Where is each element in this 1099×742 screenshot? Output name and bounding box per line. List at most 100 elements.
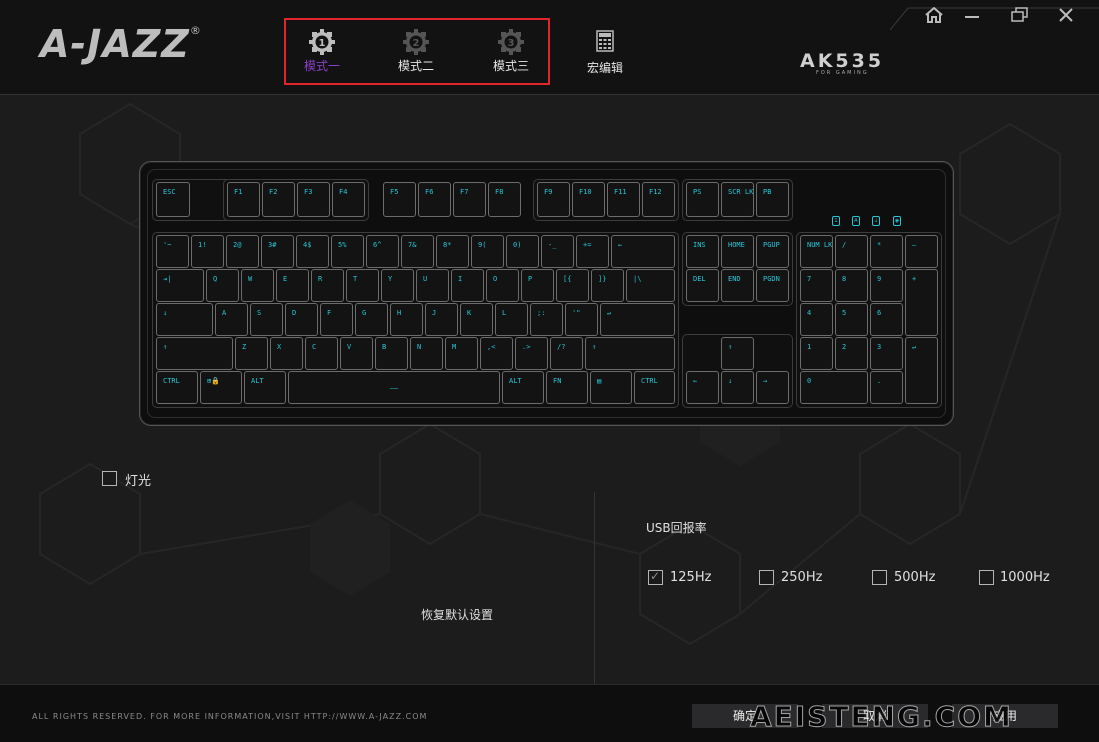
key-f10[interactable]: F10 (572, 182, 605, 217)
key-x[interactable]: X (270, 337, 303, 370)
key-bsl[interactable]: |\ (626, 269, 675, 302)
key-scr[interactable]: SCR LK (721, 182, 754, 217)
key-space[interactable]: —— (288, 371, 500, 404)
key-ps[interactable]: PS (686, 182, 719, 217)
key-fn[interactable]: FN (546, 371, 588, 404)
key-comma[interactable]: ,< (480, 337, 513, 370)
key-ndot[interactable]: . (870, 371, 903, 404)
tab-macro-edit[interactable]: 宏编辑 (575, 30, 635, 76)
key-f3[interactable]: F3 (297, 182, 330, 217)
key-menu[interactable]: ▤ (590, 371, 632, 404)
key-m[interactable]: M (445, 337, 478, 370)
tab-mode-3[interactable]: 3 模式三 (471, 18, 551, 74)
key-ndiv[interactable]: / (835, 235, 868, 268)
key-h[interactable]: H (390, 303, 423, 336)
tab-mode-1[interactable]: 1 模式一 (282, 18, 362, 74)
key-nadd[interactable]: + (905, 269, 938, 336)
key-back[interactable]: ← (611, 235, 675, 268)
key-c[interactable]: C (305, 337, 338, 370)
key-f8[interactable]: F8 (488, 182, 521, 217)
key-rshift[interactable]: ↑ (585, 337, 675, 370)
key-n4[interactable]: 4$ (296, 235, 329, 268)
usb-1000-checkbox[interactable] (979, 570, 994, 585)
key-n_0[interactable]: 0 (800, 371, 868, 404)
key-u[interactable]: U (416, 269, 449, 302)
key-lbr[interactable]: [{ (556, 269, 589, 302)
key-f1[interactable]: F1 (227, 182, 260, 217)
key-n8[interactable]: 8* (436, 235, 469, 268)
key-p[interactable]: P (521, 269, 554, 302)
key-tilde[interactable]: '~ (156, 235, 189, 268)
key-lctrl[interactable]: CTRL (156, 371, 198, 404)
key-d[interactable]: D (285, 303, 318, 336)
restore-defaults-button[interactable]: 恢复默认设置 (421, 606, 493, 623)
key-home[interactable]: HOME (721, 235, 754, 268)
key-rctrl[interactable]: CTRL (634, 371, 675, 404)
key-quote[interactable]: '" (565, 303, 598, 336)
key-f9[interactable]: F9 (537, 182, 570, 217)
key-nenter[interactable]: ↵ (905, 337, 938, 404)
key-n7[interactable]: 7& (401, 235, 434, 268)
key-lalt[interactable]: ALT (244, 371, 286, 404)
key-n_8[interactable]: 8 (835, 269, 868, 302)
key-semi[interactable]: ;: (530, 303, 563, 336)
key-f2[interactable]: F2 (262, 182, 295, 217)
key-rbr[interactable]: ]} (591, 269, 624, 302)
key-enter[interactable]: ↵ (600, 303, 675, 336)
key-n_2[interactable]: 2 (835, 337, 868, 370)
key-n_7[interactable]: 7 (800, 269, 833, 302)
key-pgdn[interactable]: PGDN (756, 269, 789, 302)
home-button[interactable] (920, 4, 948, 26)
key-n[interactable]: N (410, 337, 443, 370)
key-k[interactable]: K (460, 303, 493, 336)
key-caps[interactable]: ↓ (156, 303, 213, 336)
close-button[interactable] (1052, 4, 1080, 26)
key-tab[interactable]: ⇥| (156, 269, 204, 302)
key-ralt[interactable]: ALT (502, 371, 544, 404)
ok-button[interactable]: 确定 (692, 704, 798, 728)
key-n_6[interactable]: 6 (870, 303, 903, 336)
key-lshift[interactable]: ↑ (156, 337, 233, 370)
key-i[interactable]: I (451, 269, 484, 302)
key-b[interactable]: B (375, 337, 408, 370)
key-n6[interactable]: 6^ (366, 235, 399, 268)
key-n_9[interactable]: 9 (870, 269, 903, 302)
key-f5[interactable]: F5 (383, 182, 416, 217)
key-n0[interactable]: 0) (506, 235, 539, 268)
key-down[interactable]: ↓ (721, 371, 754, 404)
key-equal[interactable]: += (576, 235, 609, 268)
key-n_4[interactable]: 4 (800, 303, 833, 336)
key-f12[interactable]: F12 (642, 182, 675, 217)
key-w[interactable]: W (241, 269, 274, 302)
key-n9[interactable]: 9( (471, 235, 504, 268)
usb-125-checkbox[interactable] (648, 569, 663, 585)
key-dot[interactable]: .> (515, 337, 548, 370)
key-n_1[interactable]: 1 (800, 337, 833, 370)
key-n_5[interactable]: 5 (835, 303, 868, 336)
key-n5[interactable]: 5% (331, 235, 364, 268)
key-ins[interactable]: INS (686, 235, 719, 268)
restore-button[interactable] (1006, 4, 1034, 26)
key-n1[interactable]: 1! (191, 235, 224, 268)
key-pb[interactable]: PB (756, 182, 789, 217)
key-q[interactable]: Q (206, 269, 239, 302)
key-win[interactable]: ⊞🔒 (200, 371, 242, 404)
cancel-button[interactable]: 取消 (822, 704, 928, 728)
key-nmul[interactable]: * (870, 235, 903, 268)
key-up[interactable]: ↑ (721, 337, 754, 370)
key-end[interactable]: END (721, 269, 754, 302)
key-a[interactable]: A (215, 303, 248, 336)
light-checkbox[interactable] (102, 471, 117, 486)
usb-500-checkbox[interactable] (872, 570, 887, 585)
key-t[interactable]: T (346, 269, 379, 302)
key-f6[interactable]: F6 (418, 182, 451, 217)
key-n_3[interactable]: 3 (870, 337, 903, 370)
key-y[interactable]: Y (381, 269, 414, 302)
key-nsub[interactable]: — (905, 235, 938, 268)
key-n2[interactable]: 2@ (226, 235, 259, 268)
tab-mode-2[interactable]: 2 模式二 (376, 18, 456, 74)
key-pgup[interactable]: PGUP (756, 235, 789, 268)
key-r[interactable]: R (311, 269, 344, 302)
key-numlk[interactable]: NUM LK (800, 235, 833, 268)
key-left[interactable]: ← (686, 371, 719, 404)
